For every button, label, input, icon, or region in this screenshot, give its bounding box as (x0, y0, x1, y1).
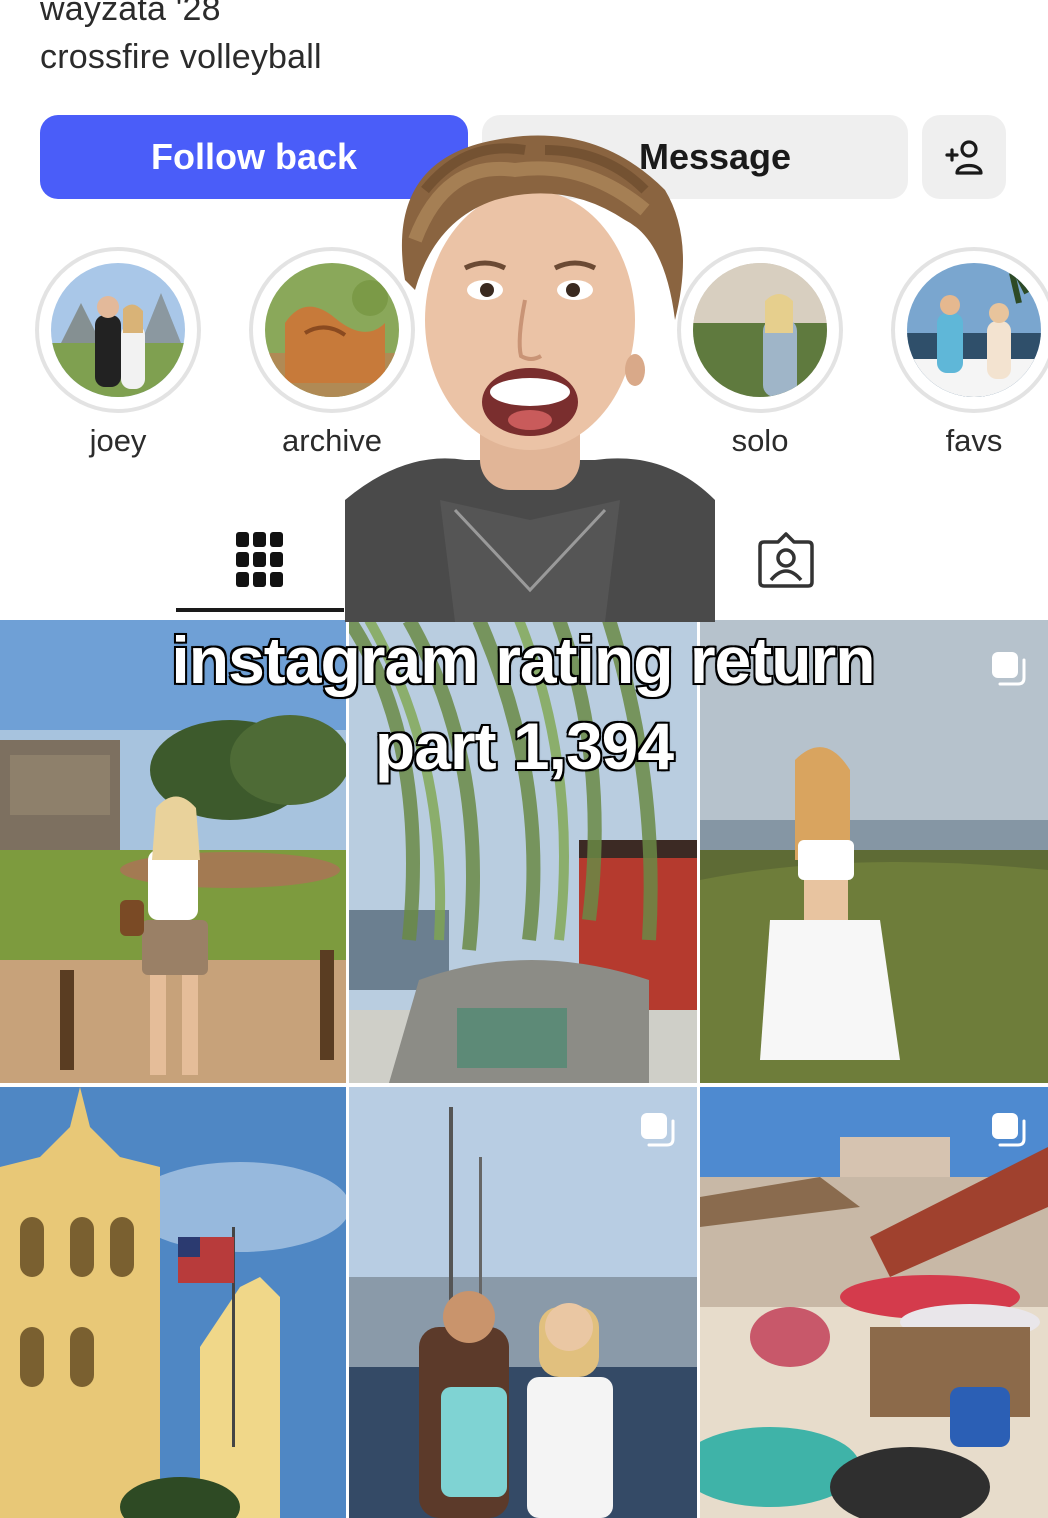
tagged-person-icon (758, 532, 814, 588)
grid-icon (236, 532, 283, 587)
multiple-photos-icon (641, 1113, 675, 1147)
bio-line-school: wayzata '28 (40, 0, 221, 28)
tab-grid[interactable] (234, 530, 286, 595)
tab-tagged[interactable] (756, 530, 816, 595)
highlight-joey[interactable] (35, 247, 201, 413)
highlight-favs-cover (907, 263, 1041, 397)
caption-line-1: instagram rating return (170, 622, 877, 699)
post-tile-5[interactable] (349, 1087, 697, 1518)
caption-line-2: part 1,394 (373, 708, 675, 785)
multiple-photos-icon (992, 1113, 1026, 1147)
post-tile-6[interactable] (700, 1087, 1048, 1518)
suggest-people-button[interactable] (922, 115, 1006, 199)
highlight-label-favs: favs (945, 423, 1003, 458)
bio-line-team: crossfire volleyball (40, 38, 322, 76)
active-tab-indicator (176, 608, 344, 612)
add-person-icon (945, 140, 983, 175)
reaction-facecam (345, 120, 715, 622)
highlight-joey-cover (51, 263, 185, 397)
highlight-label-joey: joey (89, 423, 147, 458)
post-tile-4[interactable] (0, 1087, 346, 1518)
follow-back-label: Follow back (150, 136, 358, 177)
highlight-favs[interactable] (891, 247, 1048, 413)
